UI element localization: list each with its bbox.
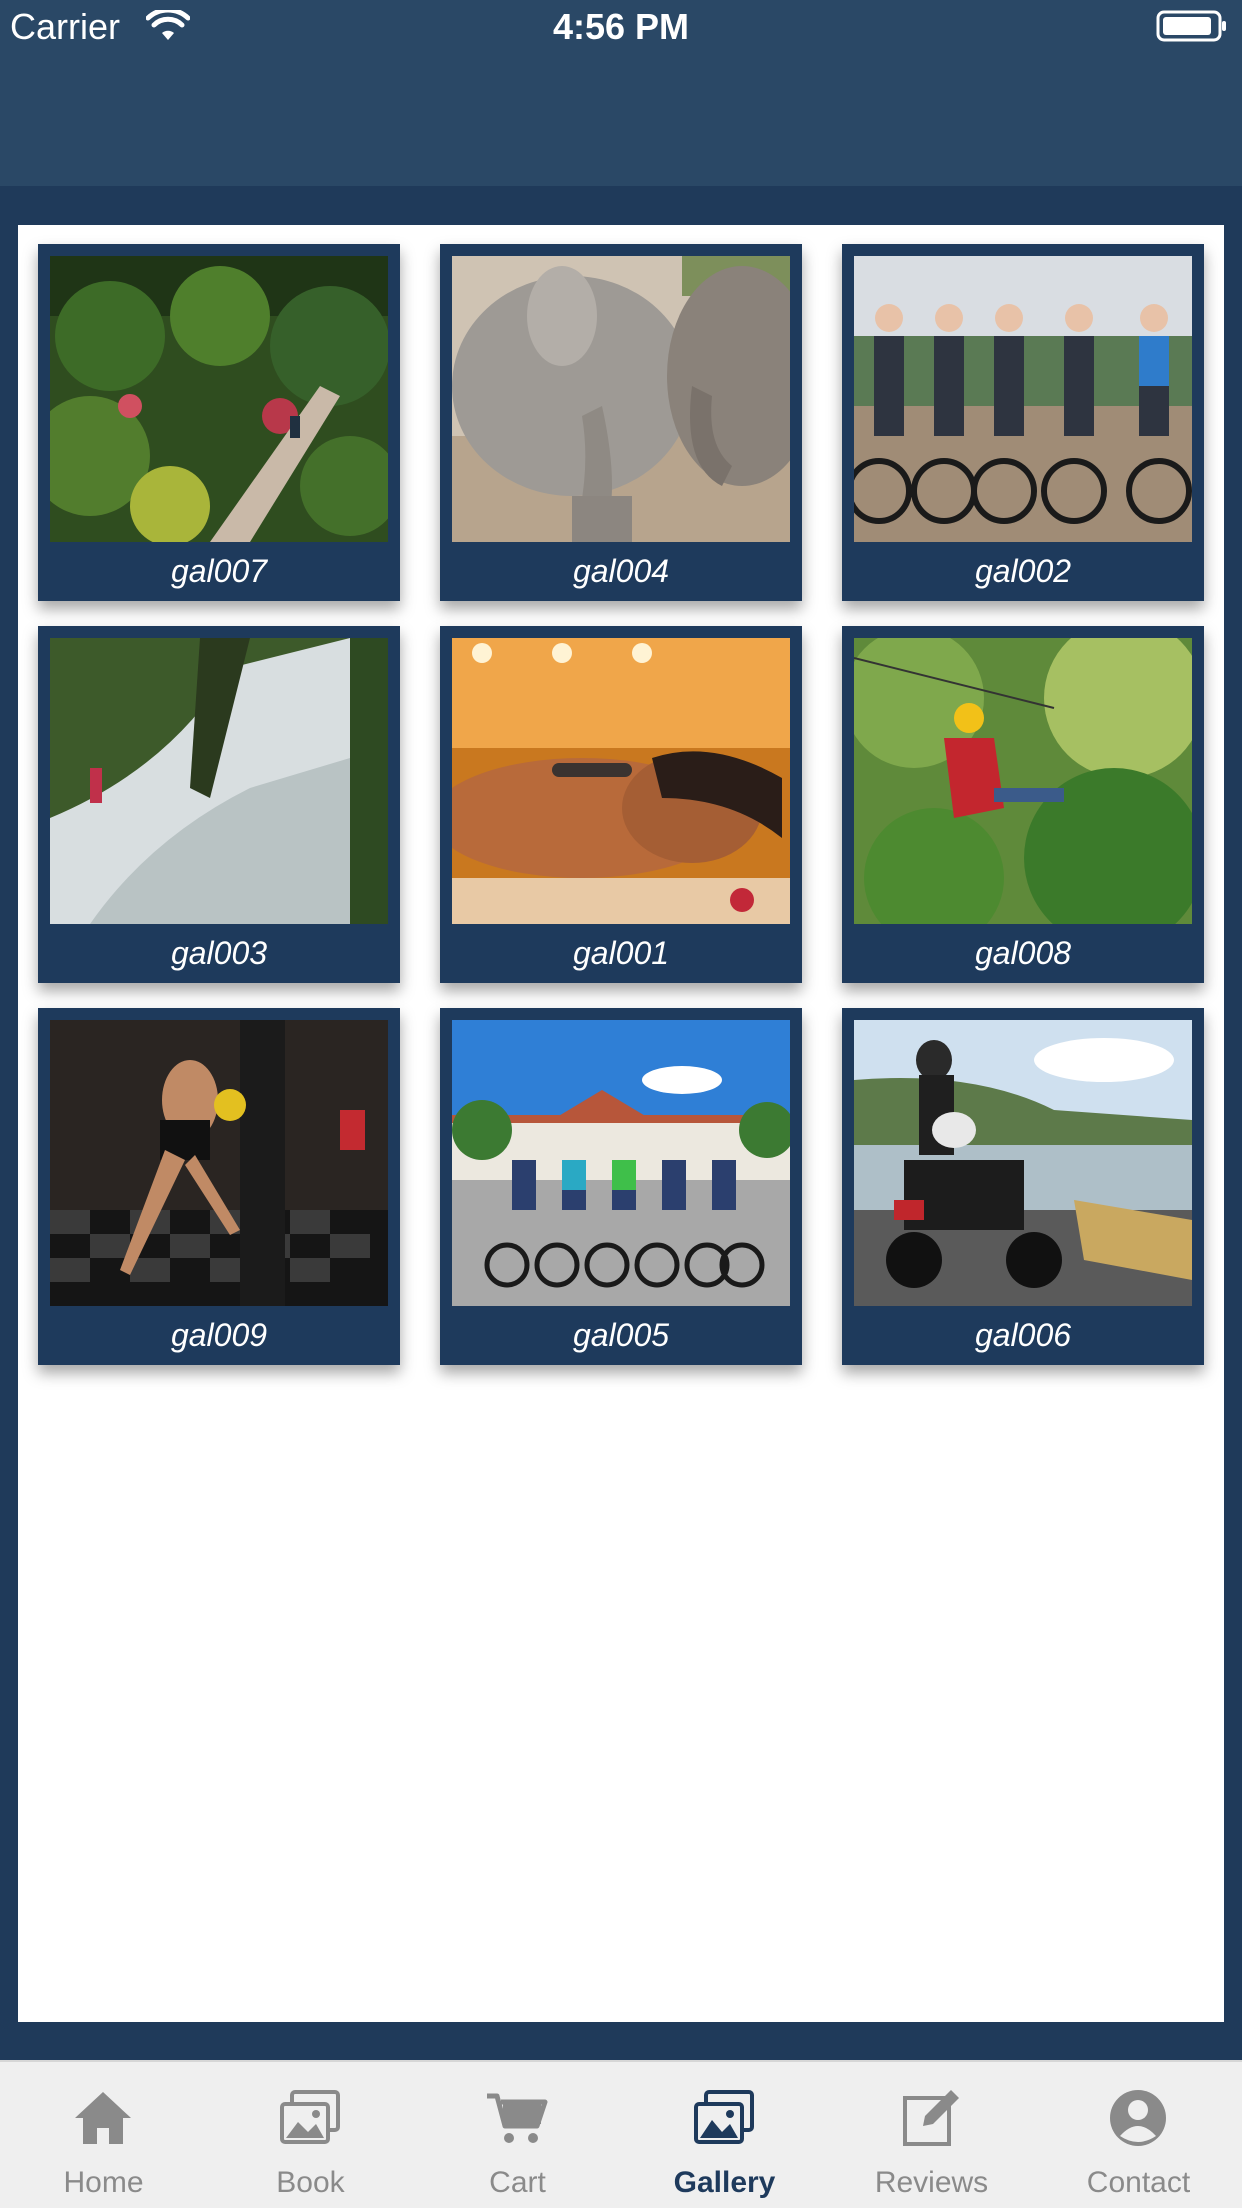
tab-label: Gallery [673,2166,776,2199]
tab-label: Home [63,2166,144,2199]
images-icon [280,2090,340,2144]
gallery-tile[interactable]: gal008 [842,626,1204,983]
tab-cart[interactable]: Cart [414,2062,621,2208]
tab-bar: Home Book Cart Gallery Reviews Contact [0,2060,1242,2208]
tab-reviews[interactable]: Reviews [828,2062,1035,2208]
gallery-tile[interactable]: gal007 [38,244,400,601]
gallery-tile[interactable]: gal003 [38,626,400,983]
gallery-caption: gal008 [974,935,1072,971]
status-bar: Carrier 4:56 PM [0,0,1242,54]
gallery-tile[interactable]: gal004 [440,244,802,601]
gallery-photo-cyclists-group [854,256,1192,542]
gallery-photo-elephants [452,256,790,542]
gallery-tile[interactable]: gal001 [440,626,802,983]
gallery-caption: gal003 [170,935,268,971]
gallery-caption: gal005 [572,1317,670,1353]
gallery-caption: gal009 [170,1317,268,1353]
navigation-bar [0,54,1242,186]
tab-contact[interactable]: Contact [1035,2062,1242,2208]
gallery-photo-atv [854,1020,1192,1306]
gallery-caption: gal001 [572,935,670,971]
gallery-tile[interactable]: gal005 [440,1008,802,1365]
tab-label: Cart [489,2166,546,2199]
gallery-tile[interactable]: gal002 [842,244,1204,601]
tab-home[interactable]: Home [0,2062,207,2208]
home-icon [75,2092,131,2144]
gallery-caption: gal006 [974,1317,1072,1353]
gallery-caption: gal004 [572,553,670,589]
tab-book[interactable]: Book [207,2062,414,2208]
battery-icon [1156,10,1226,42]
tab-label: Contact [1086,2166,1191,2199]
tab-gallery[interactable]: Gallery [621,2062,828,2208]
gallery-tile[interactable]: gal009 [38,1008,400,1365]
tab-label: Reviews [874,2166,989,2199]
tab-label: Book [276,2166,345,2199]
gallery-caption: gal007 [170,553,268,589]
gallery-photo-waterfall [50,638,388,924]
gallery-photo-garden [50,256,388,542]
gallery-photo-zipline [854,638,1192,924]
gallery-tile[interactable]: gal006 [842,1008,1204,1365]
cart-icon [487,2093,548,2143]
gallery-icon [694,2090,754,2144]
user-icon [1110,2090,1166,2146]
gallery-caption: gal002 [974,553,1072,589]
gallery-photo-spa [452,638,790,924]
gallery-panel: gal007 gal004 gal002 gal003 gal001 gal00… [18,225,1224,2022]
gallery-photo-muay-thai [50,1020,388,1306]
edit-icon [903,2090,959,2146]
status-time: 4:56 PM [552,6,690,47]
gallery-photo-cyclists-building [452,1020,790,1306]
